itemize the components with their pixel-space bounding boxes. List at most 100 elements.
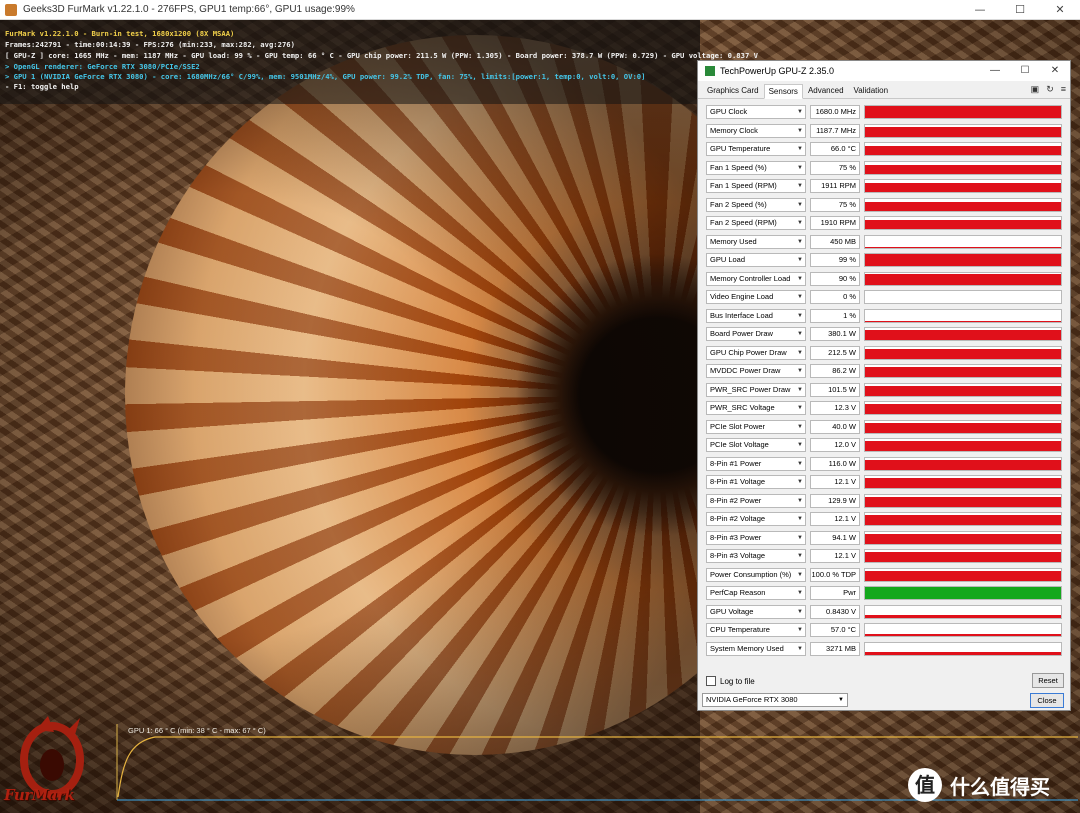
- sensor-name-dropdown[interactable]: GPU Clock ▼: [706, 105, 806, 120]
- minimize-icon[interactable]: —: [960, 0, 1000, 20]
- sensor-name-dropdown[interactable]: GPU Load ▼: [706, 253, 806, 268]
- chevron-down-icon: ▼: [797, 590, 803, 597]
- sensor-graph: [864, 345, 1062, 360]
- sensor-graph-fill: [865, 164, 1061, 174]
- sensor-name-dropdown[interactable]: CPU Temperature ▼: [706, 623, 806, 638]
- watermark-text: 什么值得买: [950, 774, 1050, 799]
- sensor-graph-fill: [865, 367, 1061, 378]
- sensor-value: 75 %: [810, 197, 860, 212]
- sensor-row: PCIe Slot Voltage ▼ 12.0 V: [706, 436, 1062, 455]
- sensor-name: Fan 1 Speed (RPM): [710, 181, 777, 191]
- sensor-row: Board Power Draw ▼ 380.1 W: [706, 325, 1062, 344]
- sensor-name-dropdown[interactable]: GPU Temperature ▼: [706, 142, 806, 157]
- sensor-graph: [864, 401, 1062, 416]
- sensor-name-dropdown[interactable]: GPU Voltage ▼: [706, 604, 806, 619]
- sensor-name-dropdown[interactable]: Fan 1 Speed (%) ▼: [706, 160, 806, 175]
- close-icon[interactable]: ✕: [1040, 0, 1080, 20]
- sensor-name: GPU Temperature: [710, 144, 771, 154]
- camera-icon[interactable]: ▣: [1031, 84, 1040, 95]
- sensor-name-dropdown[interactable]: Memory Controller Load ▼: [706, 271, 806, 286]
- gpuz-maximize-icon[interactable]: ☐: [1010, 61, 1040, 81]
- sensor-graph-fill: [865, 587, 1061, 600]
- sensor-name-dropdown[interactable]: PWR_SRC Power Draw ▼: [706, 382, 806, 397]
- sensor-row: 8-Pin #1 Voltage ▼ 12.1 V: [706, 473, 1062, 492]
- reset-button[interactable]: Reset: [1032, 673, 1064, 688]
- tab-advanced[interactable]: Advanced: [803, 83, 849, 98]
- sensor-name-dropdown[interactable]: Fan 1 Speed (RPM) ▼: [706, 179, 806, 194]
- maximize-icon[interactable]: ☐: [1000, 0, 1040, 20]
- chevron-down-icon: ▼: [838, 697, 844, 703]
- sensor-name: Board Power Draw: [710, 329, 773, 339]
- site-watermark: 值 什么值得买: [908, 768, 1050, 802]
- sensor-name-dropdown[interactable]: PWR_SRC Voltage ▼: [706, 401, 806, 416]
- sensor-name: Memory Clock: [710, 125, 758, 135]
- sensor-value: 57.0 °C: [810, 623, 860, 638]
- sensor-name-dropdown[interactable]: Memory Clock ▼: [706, 123, 806, 138]
- sensor-name-dropdown[interactable]: Power Consumption (%) ▼: [706, 567, 806, 582]
- tab-graphics-card[interactable]: Graphics Card: [702, 83, 764, 98]
- sensor-value: 380.1 W: [810, 327, 860, 342]
- sensor-graph: [864, 419, 1062, 434]
- sensor-graph: [864, 512, 1062, 527]
- sensor-graph-fill: [865, 404, 1061, 415]
- sensor-name-dropdown[interactable]: MVDDC Power Draw ▼: [706, 364, 806, 379]
- sensor-value: 40.0 W: [810, 419, 860, 434]
- sensor-graph: [864, 290, 1062, 305]
- sensor-name-dropdown[interactable]: 8-Pin #3 Power ▼: [706, 530, 806, 545]
- gpuz-titlebar: TechPowerUp GPU-Z 2.35.0 — ☐ ✕: [698, 61, 1070, 81]
- sensor-value: 116.0 W: [810, 456, 860, 471]
- sensor-graph-fill: [865, 570, 1061, 581]
- sensor-graph: [864, 623, 1062, 638]
- sensor-name-dropdown[interactable]: PCIe Slot Power ▼: [706, 419, 806, 434]
- chevron-down-icon: ▼: [797, 220, 803, 227]
- sensor-name-dropdown[interactable]: Fan 2 Speed (RPM) ▼: [706, 216, 806, 231]
- sensor-name-dropdown[interactable]: 8-Pin #1 Power ▼: [706, 456, 806, 471]
- tab-validation[interactable]: Validation: [849, 83, 894, 98]
- sensor-row: GPU Temperature ▼ 66.0 °C: [706, 140, 1062, 159]
- sensor-name-dropdown[interactable]: 8-Pin #1 Voltage ▼: [706, 475, 806, 490]
- sensor-name-dropdown[interactable]: System Memory Used ▼: [706, 641, 806, 656]
- sensor-row: 8-Pin #2 Power ▼ 129.9 W: [706, 492, 1062, 511]
- gpuz-close-icon[interactable]: ✕: [1040, 61, 1070, 81]
- device-select[interactable]: NVIDIA GeForce RTX 3080 ▼: [702, 693, 848, 707]
- sensor-name-dropdown[interactable]: 8-Pin #3 Voltage ▼: [706, 549, 806, 564]
- sensor-graph: [864, 586, 1062, 601]
- refresh-icon[interactable]: ↻: [1046, 84, 1054, 95]
- sensor-value: 86.2 W: [810, 364, 860, 379]
- sensor-name-dropdown[interactable]: 8-Pin #2 Power ▼: [706, 493, 806, 508]
- overlay-line-renderer: > OpenGL renderer: GeForce RTX 3080/PCIe…: [5, 62, 200, 71]
- sensor-value: 129.9 W: [810, 493, 860, 508]
- sensor-value: 0.8430 V: [810, 604, 860, 619]
- chevron-down-icon: ▼: [797, 331, 803, 338]
- sensor-name-dropdown[interactable]: 8-Pin #2 Voltage ▼: [706, 512, 806, 527]
- sensor-row: GPU Load ▼ 99 %: [706, 251, 1062, 270]
- sensor-name: PWR_SRC Power Draw: [710, 384, 791, 394]
- sensor-name-dropdown[interactable]: GPU Chip Power Draw ▼: [706, 345, 806, 360]
- sensor-name-dropdown[interactable]: Board Power Draw ▼: [706, 327, 806, 342]
- sensor-name-dropdown[interactable]: PerfCap Reason ▼: [706, 586, 806, 601]
- sensor-name-dropdown[interactable]: Fan 2 Speed (%) ▼: [706, 197, 806, 212]
- log-to-file-checkbox[interactable]: [706, 676, 716, 686]
- sensor-name: Video Engine Load: [710, 292, 774, 302]
- sensor-value: 1 %: [810, 308, 860, 323]
- sensor-name-dropdown[interactable]: PCIe Slot Voltage ▼: [706, 438, 806, 453]
- chevron-down-icon: ▼: [797, 442, 803, 449]
- tab-sensors[interactable]: Sensors: [763, 84, 803, 99]
- gpuz-minimize-icon[interactable]: —: [980, 61, 1010, 81]
- sensor-graph-fill: [865, 220, 1061, 230]
- sensor-row: PWR_SRC Power Draw ▼ 101.5 W: [706, 381, 1062, 400]
- chevron-down-icon: ▼: [797, 571, 803, 578]
- sensor-value: 1680.0 MHz: [810, 105, 860, 120]
- chevron-down-icon: ▼: [797, 183, 803, 190]
- close-button[interactable]: Close: [1030, 693, 1064, 708]
- menu-icon[interactable]: ≡: [1061, 84, 1066, 95]
- sensor-name-dropdown[interactable]: Memory Used ▼: [706, 234, 806, 249]
- sensor-row: Fan 1 Speed (RPM) ▼ 1911 RPM: [706, 177, 1062, 196]
- sensor-graph: [864, 456, 1062, 471]
- gpuz-footer: Log to file Reset: [706, 673, 1066, 689]
- overlay-line-gpu1: > GPU 1 (NVIDIA GeForce RTX 3080) - core…: [5, 72, 646, 81]
- sensor-graph-fill: [865, 552, 1061, 563]
- sensor-row: PerfCap Reason ▼ Pwr: [706, 584, 1062, 603]
- sensor-name-dropdown[interactable]: Bus Interface Load ▼: [706, 308, 806, 323]
- sensor-name-dropdown[interactable]: Video Engine Load ▼: [706, 290, 806, 305]
